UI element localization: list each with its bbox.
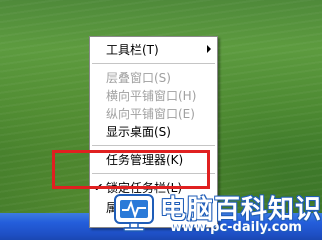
red-highlight-box bbox=[52, 150, 210, 189]
site-watermark: 电脑百科知识 www.pc-daily.com bbox=[108, 187, 322, 237]
submenu-arrow-icon bbox=[207, 45, 211, 53]
menu-item-label: 工具栏(T) bbox=[106, 42, 159, 57]
menu-item-cascade-windows[interactable]: 层叠窗口(S) bbox=[90, 67, 217, 87]
menu-item-label: 横向平铺窗口(H) bbox=[106, 88, 197, 103]
menu-item-tile-horizontally[interactable]: 横向平铺窗口(H) bbox=[90, 85, 217, 105]
menu-separator bbox=[92, 145, 215, 146]
menu-item-label: 显示桌面(S) bbox=[106, 124, 171, 139]
menu-item-tile-vertically[interactable]: 纵向平铺窗口(E) bbox=[90, 103, 217, 123]
menu-item-show-desktop[interactable]: 显示桌面(S) bbox=[90, 121, 217, 141]
monitor-logo-icon bbox=[114, 194, 154, 232]
menu-separator bbox=[92, 63, 215, 64]
menu-item-label: 纵向平铺窗口(E) bbox=[106, 106, 195, 121]
watermark-url: www.pc-daily.com bbox=[170, 220, 302, 235]
menu-item-label: 层叠窗口(S) bbox=[106, 70, 171, 85]
menu-item-toolbars[interactable]: 工具栏(T) bbox=[90, 39, 217, 59]
